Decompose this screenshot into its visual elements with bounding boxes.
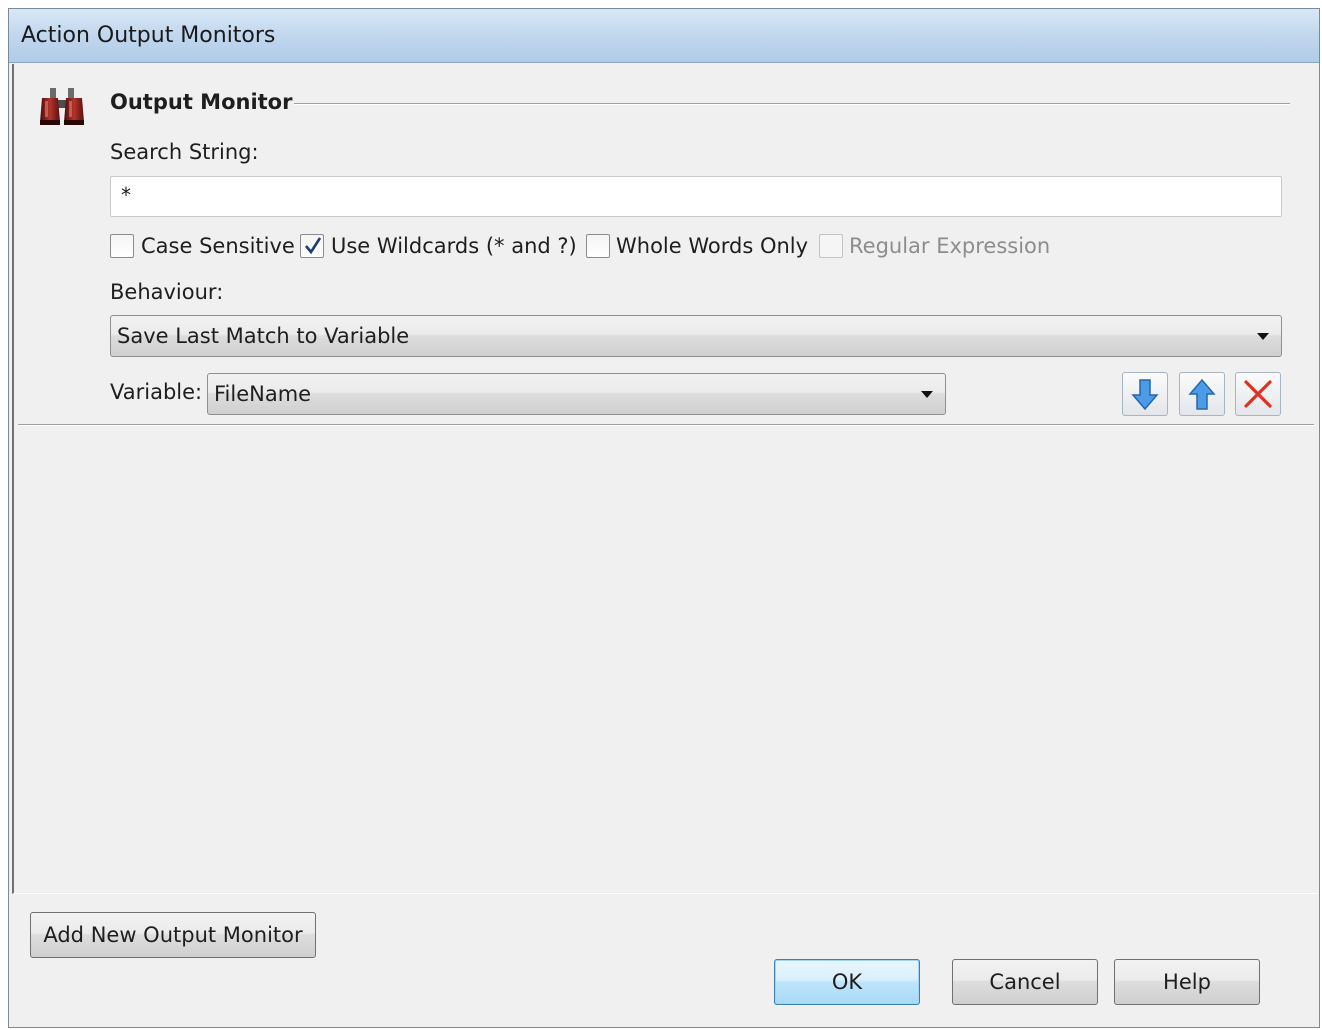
whole-words-label[interactable]: Whole Words Only	[616, 234, 808, 258]
variable-dropdown[interactable]: FileName	[207, 373, 946, 415]
arrow-up-icon	[1188, 378, 1216, 410]
behaviour-value: Save Last Match to Variable	[117, 324, 410, 348]
use-wildcards-checkbox[interactable]	[300, 234, 324, 258]
regular-expression-checkbox	[819, 234, 843, 258]
behaviour-label: Behaviour:	[110, 280, 224, 304]
chevron-down-icon	[1257, 333, 1269, 340]
whole-words-checkbox[interactable]	[586, 234, 610, 258]
search-string-label: Search String:	[110, 140, 259, 164]
add-new-output-monitor-button[interactable]: Add New Output Monitor	[30, 912, 316, 958]
ok-button[interactable]: OK	[774, 959, 920, 1005]
output-monitor-heading: Output Monitor	[110, 90, 293, 114]
dialog-client-area: Output Monitor Search String: * Case Sen…	[12, 64, 1318, 1024]
group-divider	[294, 103, 1290, 105]
output-monitor-list: Output Monitor Search String: * Case Sen…	[12, 64, 1318, 894]
search-string-input[interactable]: *	[110, 176, 1282, 217]
move-down-button[interactable]	[1122, 372, 1168, 416]
chevron-down-icon	[921, 391, 933, 398]
delete-monitor-button[interactable]	[1235, 372, 1281, 416]
dialog-window: Action Output Monitors Output Monitor Se…	[8, 8, 1320, 1028]
move-up-button[interactable]	[1179, 372, 1225, 416]
variable-label: Variable:	[110, 380, 203, 404]
window-title: Action Output Monitors	[21, 23, 276, 48]
arrow-down-icon	[1131, 379, 1159, 411]
title-bar[interactable]: Action Output Monitors	[9, 9, 1319, 63]
variable-value: FileName	[214, 382, 312, 406]
help-button[interactable]: Help	[1114, 959, 1260, 1005]
case-sensitive-label[interactable]: Case Sensitive	[141, 234, 295, 258]
regular-expression-label: Regular Expression	[849, 234, 1051, 258]
cancel-button[interactable]: Cancel	[952, 959, 1098, 1005]
delete-x-icon	[1244, 380, 1272, 408]
binoculars-icon	[40, 88, 84, 125]
behaviour-dropdown[interactable]: Save Last Match to Variable	[110, 315, 1282, 357]
monitor-separator	[18, 424, 1314, 426]
use-wildcards-label[interactable]: Use Wildcards (* and ?)	[331, 234, 577, 258]
case-sensitive-checkbox[interactable]	[110, 234, 134, 258]
checkmark-icon	[305, 237, 322, 255]
